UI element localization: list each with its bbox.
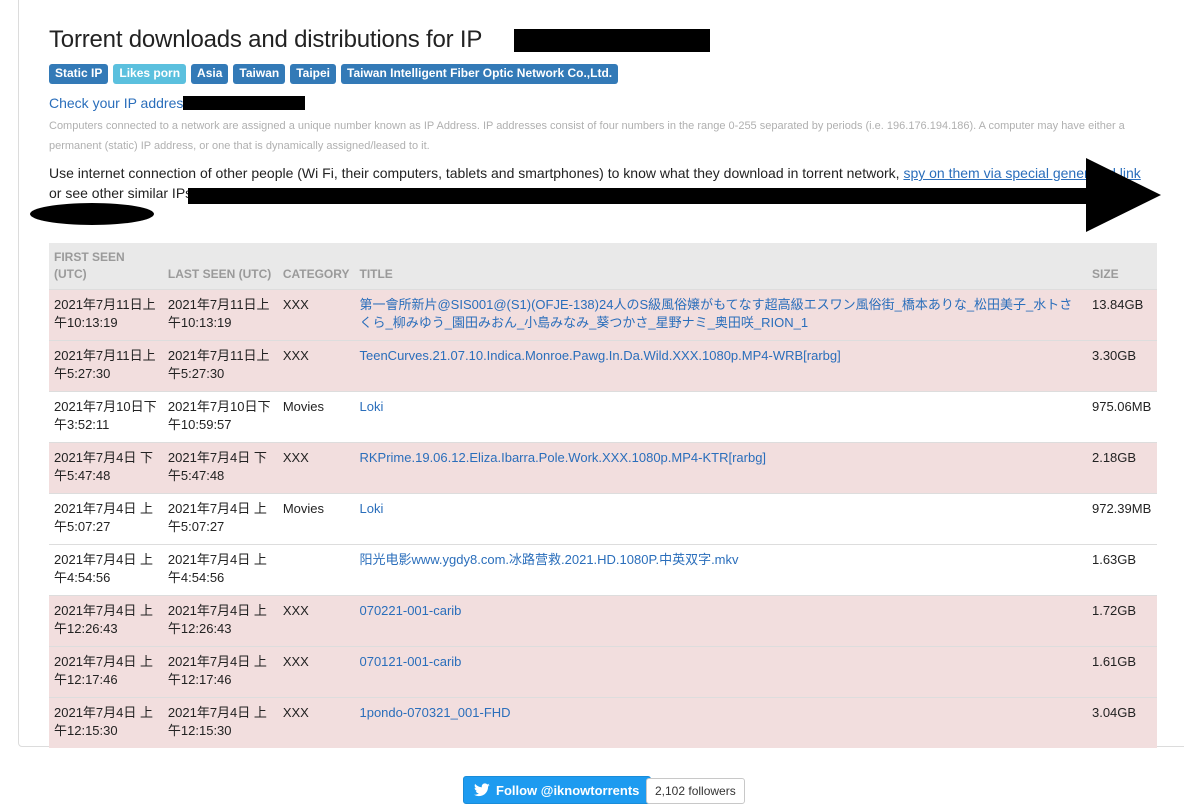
table-row: 2021年7月4日 上午12:17:46 2021年7月4日 上午12:17:46… xyxy=(49,646,1157,698)
torrent-table: FIRST SEEN (UTC) LAST SEEN (UTC) CATEGOR… xyxy=(49,243,1157,748)
twitter-bird-icon xyxy=(474,783,490,797)
header-category: CATEGORY xyxy=(277,243,355,290)
torrent-title-link[interactable]: 阳光电影www.ygdy8.com.冰路营救.2021.HD.1080P.中英双… xyxy=(359,552,738,567)
cell-title: 第一會所新片@SIS001@(S1)(OFJE-138)24人のS級風俗嬢がもて… xyxy=(354,289,1087,341)
redaction-check-ip xyxy=(183,96,305,110)
torrent-title-link[interactable]: TeenCurves.21.07.10.Indica.Monroe.Pawg.I… xyxy=(359,348,840,363)
tag-taiwan[interactable]: Taiwan xyxy=(233,64,286,84)
redaction-blob xyxy=(30,203,154,225)
ip-description: Computers connected to a network are ass… xyxy=(49,120,1125,152)
cell-category: XXX xyxy=(277,340,355,392)
tag-static-ip[interactable]: Static IP xyxy=(49,64,109,84)
table-row: 2021年7月4日 下午5:47:48 2021年7月4日 下午5:47:48 XX… xyxy=(49,442,1157,494)
cell-category: XXX xyxy=(277,697,355,748)
cell-title: RKPrime.19.06.12.Eliza.Ibarra.Pole.Work.… xyxy=(354,442,1087,494)
cell-title: TeenCurves.21.07.10.Indica.Monroe.Pawg.I… xyxy=(354,340,1087,392)
cell-last-seen: 2021年7月4日 下午5:47:48 xyxy=(162,442,278,494)
cell-last-seen: 2021年7月11日上午5:27:30 xyxy=(162,340,278,392)
cell-category: XXX xyxy=(277,289,355,341)
page-title: Torrent downloads and distributions for … xyxy=(49,26,483,53)
twitter-follow-button[interactable]: Follow @iknowtorrents xyxy=(463,776,652,804)
torrent-title-link[interactable]: 070121-001-carib xyxy=(359,654,461,669)
table-row: 2021年7月4日 上午4:54:56 2021年7月4日 上午4:54:56 阳光… xyxy=(49,544,1157,596)
cell-first-seen: 2021年7月11日上午5:27:30 xyxy=(49,340,163,392)
cell-title: 阳光电影www.ygdy8.com.冰路营救.2021.HD.1080P.中英双… xyxy=(354,544,1087,596)
torrent-title-link[interactable]: 070221-001-carib xyxy=(359,603,461,618)
cell-first-seen: 2021年7月4日 上午12:17:46 xyxy=(49,646,163,698)
cell-last-seen: 2021年7月4日 上午12:15:30 xyxy=(162,697,278,748)
cell-size: 3.04GB xyxy=(1086,697,1157,748)
table-row: 2021年7月10日下午3:52:11 2021年7月10日下午10:59:57 M… xyxy=(49,391,1157,443)
cell-last-seen: 2021年7月4日 上午12:17:46 xyxy=(162,646,278,698)
cell-last-seen: 2021年7月4日 上午5:07:27 xyxy=(162,493,278,545)
table-row: 2021年7月11日上午10:13:19 2021年7月11日上午10:13:19… xyxy=(49,289,1157,341)
annotation-arrow-head xyxy=(1086,158,1161,232)
table-row: 2021年7月4日 上午12:15:30 2021年7月4日 上午12:15:30… xyxy=(49,697,1157,748)
cell-last-seen: 2021年7月11日上午10:13:19 xyxy=(162,289,278,341)
torrent-title-link[interactable]: 第一會所新片@SIS001@(S1)(OFJE-138)24人のS級風俗嬢がもて… xyxy=(359,297,1072,330)
table-row: 2021年7月11日上午5:27:30 2021年7月11日上午5:27:30 XX… xyxy=(49,340,1157,392)
cell-size: 975.06MB xyxy=(1086,391,1157,443)
table-row: 2021年7月4日 上午5:07:27 2021年7月4日 上午5:07:27 Mo… xyxy=(49,493,1157,545)
tag-taipei[interactable]: Taipei xyxy=(290,64,336,84)
tag-list: Static IP Likes porn Asia Taiwan Taipei … xyxy=(49,64,619,84)
redaction-ip xyxy=(514,29,710,52)
cell-title: Loki xyxy=(354,391,1087,443)
cell-title: Loki xyxy=(354,493,1087,545)
tag-likes-porn[interactable]: Likes porn xyxy=(113,64,187,84)
header-size: SIZE xyxy=(1086,243,1157,290)
cell-size: 1.72GB xyxy=(1086,595,1157,647)
cell-title: 1pondo-070321_001-FHD xyxy=(354,697,1087,748)
cell-first-seen: 2021年7月4日 上午4:54:56 xyxy=(49,544,163,596)
cell-category: Movies xyxy=(277,391,355,443)
cell-category xyxy=(277,544,355,596)
cell-title: 070221-001-carib xyxy=(354,595,1087,647)
cell-last-seen: 2021年7月4日 上午4:54:56 xyxy=(162,544,278,596)
cell-first-seen: 2021年7月4日 下午5:47:48 xyxy=(49,442,163,494)
header-first-seen: FIRST SEEN (UTC) xyxy=(49,243,163,290)
cell-category: XXX xyxy=(277,646,355,698)
cell-first-seen: 2021年7月4日 上午12:26:43 xyxy=(49,595,163,647)
annotation-arrow-shaft xyxy=(188,188,1093,204)
header-title: TITLE xyxy=(354,243,1087,290)
table-row: 2021年7月4日 上午12:26:43 2021年7月4日 上午12:26:43… xyxy=(49,595,1157,647)
cell-last-seen: 2021年7月10日下午10:59:57 xyxy=(162,391,278,443)
cell-size: 13.84GB xyxy=(1086,289,1157,341)
cell-size: 1.63GB xyxy=(1086,544,1157,596)
cell-category: Movies xyxy=(277,493,355,545)
torrent-title-link[interactable]: Loki xyxy=(359,501,383,516)
torrent-title-link[interactable]: RKPrime.19.06.12.Eliza.Ibarra.Pole.Work.… xyxy=(359,450,766,465)
check-ip-link[interactable]: Check your IP addres xyxy=(49,95,183,111)
cell-last-seen: 2021年7月4日 上午12:26:43 xyxy=(162,595,278,647)
cell-title: 070121-001-carib xyxy=(354,646,1087,698)
cell-size: 2.18GB xyxy=(1086,442,1157,494)
cell-first-seen: 2021年7月4日 上午12:15:30 xyxy=(49,697,163,748)
cell-category: XXX xyxy=(277,595,355,647)
torrent-title-link[interactable]: Loki xyxy=(359,399,383,414)
cell-size: 1.61GB xyxy=(1086,646,1157,698)
cell-first-seen: 2021年7月4日 上午5:07:27 xyxy=(49,493,163,545)
follow-label: Follow @iknowtorrents xyxy=(496,782,640,798)
cell-size: 3.30GB xyxy=(1086,340,1157,392)
torrent-title-link[interactable]: 1pondo-070321_001-FHD xyxy=(359,705,510,720)
cell-category: XXX xyxy=(277,442,355,494)
promo-text-body: Use internet connection of other people … xyxy=(49,165,904,181)
cell-first-seen: 2021年7月10日下午3:52:11 xyxy=(49,391,163,443)
tag-asia[interactable]: Asia xyxy=(191,64,229,84)
cell-first-seen: 2021年7月11日上午10:13:19 xyxy=(49,289,163,341)
similar-ips-text: or see other similar IPs xyxy=(49,185,193,201)
header-last-seen: LAST SEEN (UTC) xyxy=(162,243,278,290)
table-header-row: FIRST SEEN (UTC) LAST SEEN (UTC) CATEGOR… xyxy=(49,243,1157,290)
cell-size: 972.39MB xyxy=(1086,493,1157,545)
followers-count[interactable]: 2,102 followers xyxy=(646,778,745,804)
tag-isp[interactable]: Taiwan Intelligent Fiber Optic Network C… xyxy=(341,64,619,84)
